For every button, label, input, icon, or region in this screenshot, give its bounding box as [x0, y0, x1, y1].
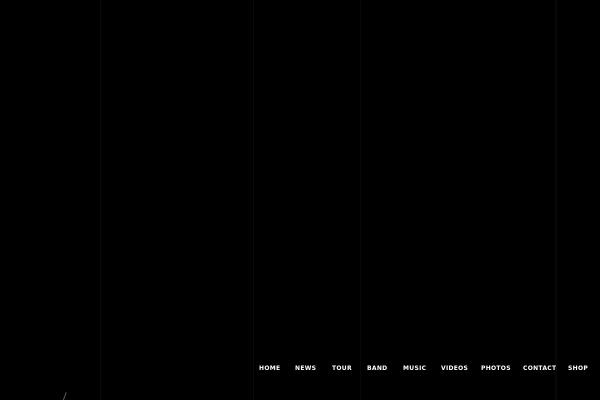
nav-item-music[interactable]: MUSIC: [403, 364, 426, 374]
background-texture-line: [100, 0, 101, 400]
nav-item-band[interactable]: BAND: [367, 364, 387, 374]
nav-item-home[interactable]: HOME: [259, 364, 280, 374]
nav-item-contact[interactable]: CONTACT: [523, 364, 556, 374]
decorative-mark: [62, 392, 67, 400]
nav-item-tour[interactable]: TOUR: [332, 364, 352, 374]
background-texture-line: [253, 0, 254, 400]
background-texture-line: [555, 0, 557, 400]
nav-item-shop[interactable]: SHOP: [568, 364, 588, 374]
hero-background: HOME NEWS TOUR BAND MUSIC VIDEOS PHOTOS …: [0, 0, 600, 400]
nav-item-news[interactable]: NEWS: [295, 364, 316, 374]
background-texture-line: [360, 0, 361, 400]
nav-item-photos[interactable]: PHOTOS: [481, 364, 511, 374]
main-navigation: HOME NEWS TOUR BAND MUSIC VIDEOS PHOTOS …: [248, 364, 596, 376]
nav-item-videos[interactable]: VIDEOS: [441, 364, 468, 374]
